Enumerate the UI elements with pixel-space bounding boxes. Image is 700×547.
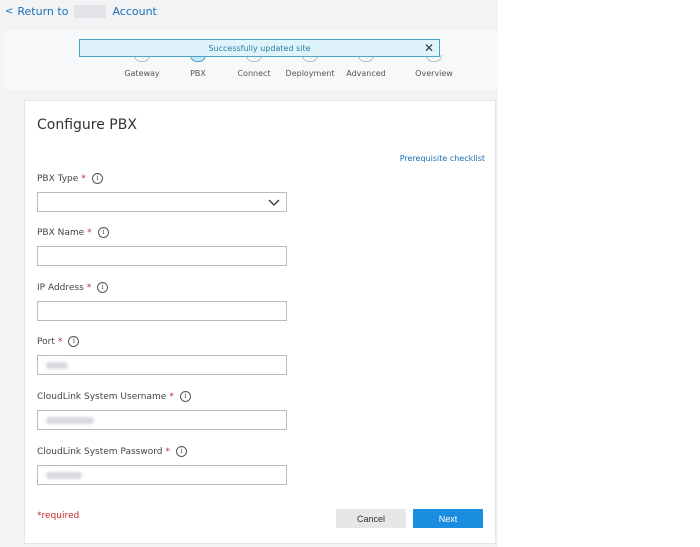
redacted-password-value: [46, 472, 82, 479]
step-advanced[interactable]: Advanced: [346, 69, 386, 78]
chevron-down-icon: [268, 199, 280, 206]
info-icon[interactable]: i: [97, 282, 109, 293]
info-icon[interactable]: i: [179, 391, 191, 402]
top-bar: < Return to Account: [0, 0, 498, 30]
pbx-type-value[interactable]: [38, 196, 286, 214]
port-field[interactable]: [37, 355, 287, 375]
username-field[interactable]: [37, 410, 287, 430]
pbx-name-field[interactable]: [37, 246, 287, 268]
back-link-prefix: Return to: [17, 5, 69, 18]
ip-address-label-text: IP Address: [37, 282, 84, 293]
back-link-suffix: Account: [112, 5, 157, 18]
password-field[interactable]: [37, 465, 287, 485]
pbx-type-label: PBX Type * i: [37, 173, 103, 184]
cancel-button[interactable]: Cancel: [336, 509, 406, 528]
info-icon[interactable]: i: [97, 227, 109, 238]
step-deployment[interactable]: Deployment: [286, 69, 335, 78]
username-label: CloudLink System Username * i: [37, 391, 191, 402]
step-pbx[interactable]: PBX: [190, 69, 206, 78]
success-toast: Successfully updated site ✕: [79, 39, 440, 57]
next-button[interactable]: Next: [413, 509, 483, 528]
chevron-left-icon: <: [5, 6, 14, 17]
step-connect[interactable]: Connect: [237, 69, 270, 78]
pbx-name-label: PBX Name * i: [37, 227, 109, 238]
pbx-name-input[interactable]: [38, 250, 286, 268]
step-overview[interactable]: Overview: [415, 69, 453, 78]
required-asterisk: *: [57, 336, 63, 347]
port-label: Port * i: [37, 336, 80, 347]
required-note: *required: [37, 511, 80, 521]
ip-address-field[interactable]: [37, 301, 287, 323]
password-label-text: CloudLink System Password: [37, 446, 163, 457]
password-label: CloudLink System Password * i: [37, 446, 187, 457]
required-asterisk: *: [169, 391, 174, 402]
pbx-type-label-text: PBX Type: [37, 173, 79, 184]
toast-message: Successfully updated site: [208, 43, 311, 53]
redacted-account-name: [74, 5, 107, 18]
required-asterisk: *: [86, 282, 92, 293]
step-gateway[interactable]: Gateway: [124, 69, 159, 78]
redacted-username-value: [46, 417, 94, 424]
info-icon[interactable]: i: [175, 446, 187, 457]
redacted-port-value: [46, 362, 68, 369]
prerequisite-checklist-link[interactable]: Prerequisite checklist: [400, 154, 485, 163]
pbx-name-label-text: PBX Name: [37, 227, 85, 238]
port-label-text: Port: [37, 336, 55, 347]
page-title: Configure PBX: [37, 117, 137, 133]
required-asterisk: *: [87, 227, 92, 238]
username-label-text: CloudLink System Username: [37, 391, 167, 402]
required-asterisk: *: [81, 173, 86, 184]
return-to-account-link[interactable]: < Return to Account: [5, 5, 157, 18]
info-icon[interactable]: i: [68, 336, 80, 347]
ip-address-input[interactable]: [38, 305, 286, 323]
info-icon[interactable]: i: [91, 173, 103, 184]
required-asterisk: *: [165, 446, 170, 457]
pbx-type-select[interactable]: [37, 192, 287, 214]
ip-address-label: IP Address * i: [37, 282, 109, 293]
close-icon[interactable]: ✕: [424, 41, 434, 55]
